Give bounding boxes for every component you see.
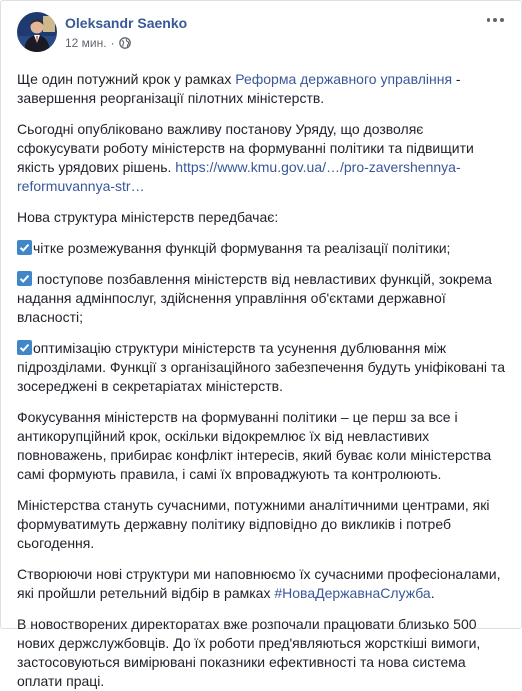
- check-icon: [17, 340, 32, 355]
- paragraph-5: поступове позбавлення міністерств від не…: [17, 271, 492, 325]
- post-header: Oleksandr Saenko 12 мин. ·: [17, 12, 505, 56]
- paragraph-3: Нова структура міністерств передбачає:: [17, 209, 279, 225]
- separator-dot: ·: [110, 36, 115, 50]
- post-body: Ще один потужний крок у рамках Реформа д…: [17, 70, 505, 691]
- paragraph-9: Створюючи нові структури ми наповнюємо ї…: [17, 566, 501, 601]
- post-timestamp[interactable]: 12 мин.: [65, 36, 107, 50]
- reform-link[interactable]: Реформа державного управління: [235, 71, 452, 87]
- check-icon: [17, 271, 32, 286]
- post-subline: 12 мин. ·: [65, 36, 187, 50]
- author-name[interactable]: Oleksandr Saenko: [65, 14, 187, 32]
- globe-icon[interactable]: [118, 37, 131, 49]
- post-meta: Oleksandr Saenko 12 мин. ·: [65, 12, 187, 50]
- paragraph-10: В новостворених директоратах вже розпоча…: [17, 616, 481, 689]
- post-card: Oleksandr Saenko 12 мин. · Ще один потуж…: [0, 0, 522, 689]
- paragraph-4: чітке розмежування функцій формування та…: [17, 239, 505, 258]
- paragraph-2: Сьогодні опубліковано важливу постанову …: [17, 121, 474, 194]
- paragraph-6: оптимізацію структури міністерств та усу…: [17, 340, 505, 394]
- hashtag-link[interactable]: #НоваДержавнаСлужба: [274, 585, 430, 601]
- more-options-icon[interactable]: [485, 12, 505, 28]
- avatar[interactable]: [17, 12, 57, 52]
- paragraph-7: Фокусування міністерств на формуванні по…: [17, 409, 492, 482]
- paragraph-1: Ще один потужний крок у рамках Реформа д…: [17, 71, 461, 106]
- check-icon: [17, 240, 32, 255]
- paragraph-8: Міністерства стануть сучасними, потужним…: [17, 497, 490, 551]
